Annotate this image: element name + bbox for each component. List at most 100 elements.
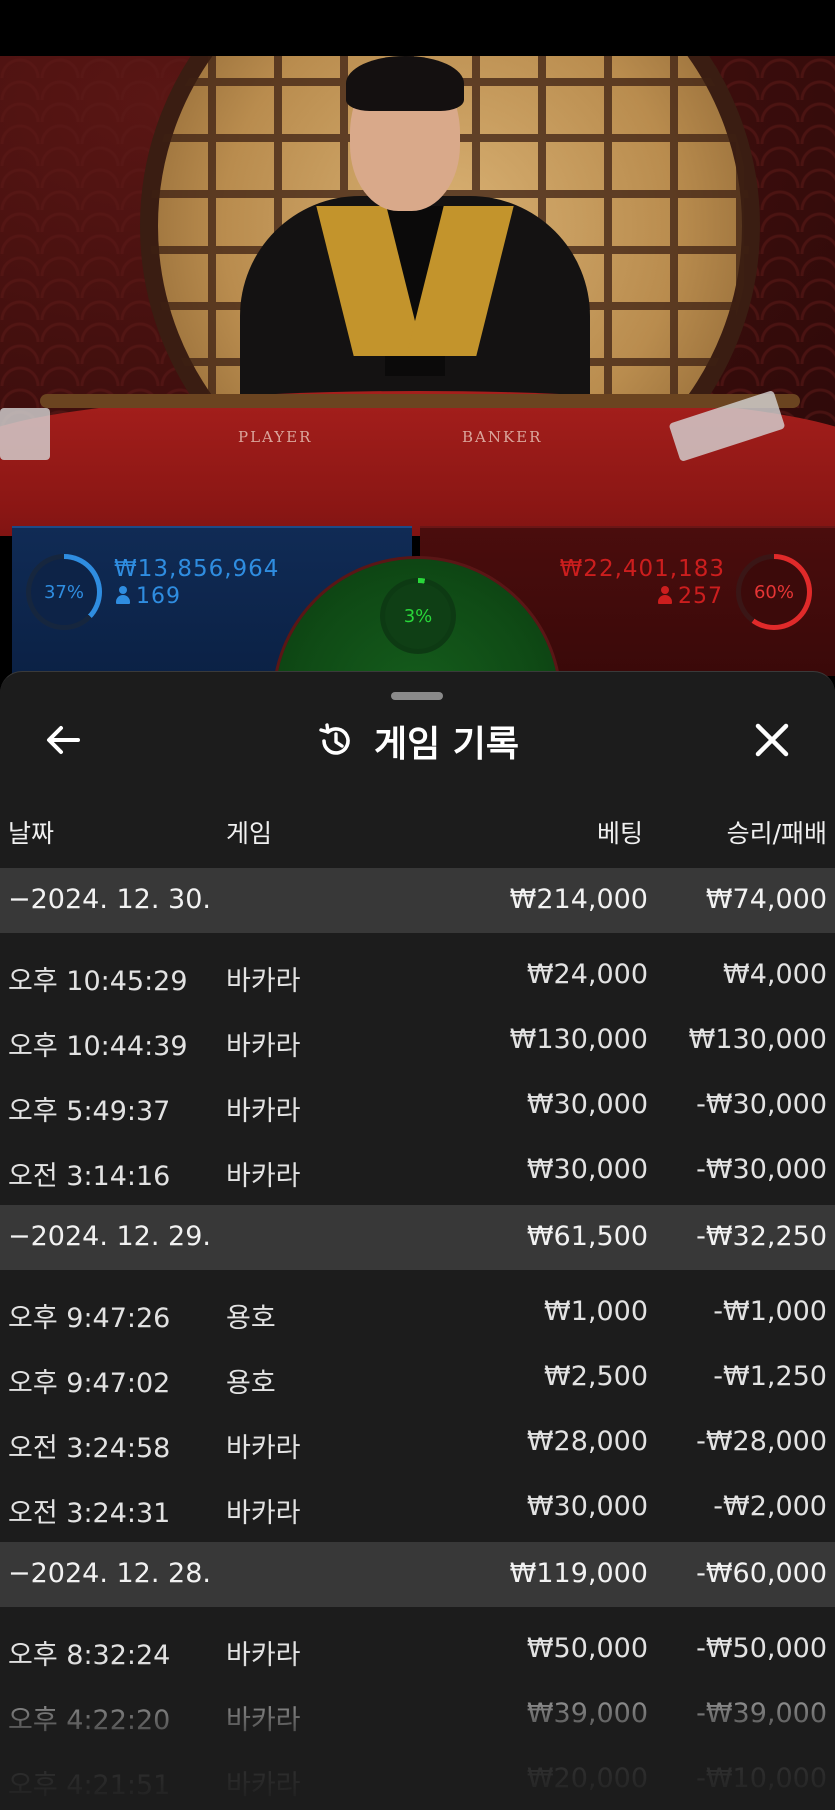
row-time: 오후 9:47:02 — [8, 1368, 171, 1399]
column-header-date: 날짜 — [8, 819, 55, 848]
card-tray — [0, 408, 50, 460]
table-row[interactable]: 오전 3:24:58 바카라 ₩28,000 -₩28,000 — [0, 1406, 835, 1471]
row-game: 바카라 — [226, 1031, 301, 1062]
row-game: 바카라 — [226, 1770, 301, 1801]
table-row[interactable]: 오후 4:22:20 바카라 ₩39,000 -₩39,000 — [0, 1678, 835, 1743]
row-time: 오전 3:14:16 — [8, 1161, 171, 1192]
table-row[interactable]: 오후 9:47:02 용호 ₩2,500 -₩1,250 — [0, 1341, 835, 1406]
group-date: −2024. 12. 30. — [8, 884, 211, 915]
row-game: 바카라 — [226, 966, 301, 997]
row-result: ₩130,000 — [688, 1024, 827, 1055]
row-time: 오후 8:32:24 — [8, 1640, 171, 1671]
banker-count-value: 257 — [678, 584, 723, 609]
row-time: 오전 3:24:58 — [8, 1433, 171, 1464]
row-bet: ₩130,000 — [509, 1024, 648, 1055]
group-date: −2024. 12. 28. — [8, 1558, 211, 1589]
table-row[interactable]: 오후 4:21:51 바카라 ₩20,000 -₩10,000 — [0, 1743, 835, 1808]
row-result: -₩50,000 — [696, 1633, 827, 1664]
column-header-game: 게임 — [226, 819, 273, 848]
banker-bet-amount: ₩22,401,183 — [559, 556, 725, 582]
tie-percent: 3% — [403, 605, 433, 627]
row-time: 오후 5:49:37 — [8, 1096, 171, 1127]
row-time: 오후 4:22:20 — [8, 1705, 171, 1736]
row-game: 용호 — [226, 1303, 276, 1334]
row-game: 바카라 — [226, 1640, 301, 1671]
sheet-header: 게임 기록 — [0, 716, 835, 766]
banker-count: 257 — [658, 584, 723, 609]
tie-percent-ring: 3% — [380, 578, 456, 654]
page-title: 게임 기록 — [373, 724, 519, 765]
table-row[interactable]: 오후 8:32:24 바카라 ₩50,000 -₩50,000 — [0, 1613, 835, 1678]
row-result: -₩39,000 — [696, 1698, 827, 1729]
dealer-hair — [346, 56, 464, 111]
row-bet: ₩30,000 — [526, 1154, 648, 1185]
player-percent: 37% — [43, 581, 84, 603]
table-row[interactable]: 오후 5:49:37 바카라 ₩30,000 -₩30,000 — [0, 1069, 835, 1134]
table-row[interactable]: 오전 3:14:16 바카라 ₩30,000 -₩30,000 — [0, 1134, 835, 1199]
row-time: 오후 10:45:29 — [8, 966, 188, 997]
person-icon — [658, 586, 672, 604]
table-row[interactable]: 오후 10:44:39 바카라 ₩130,000 ₩130,000 — [0, 1004, 835, 1069]
felt-label-player: PLAYER — [238, 428, 313, 446]
row-bet: ₩50,000 — [526, 1633, 648, 1664]
date-group-row[interactable]: −2024. 12. 29. ₩61,500 -₩32,250 — [0, 1205, 835, 1270]
row-time: 오후 10:44:39 — [8, 1031, 188, 1062]
row-result: -₩30,000 — [696, 1154, 827, 1185]
player-count: 169 — [116, 584, 181, 609]
person-icon — [116, 586, 130, 604]
game-history-sheet: 게임 기록 날짜 게임 베팅 승리/패배 −2024. 12. 30. ₩214,… — [0, 671, 835, 1810]
row-result: -₩28,000 — [696, 1426, 827, 1457]
date-group-row[interactable]: −2024. 12. 30. ₩214,000 ₩74,000 — [0, 868, 835, 933]
player-count-value: 169 — [136, 584, 181, 609]
row-bet: ₩28,000 — [526, 1426, 648, 1457]
table-row[interactable]: 오전 3:24:31 바카라 ₩30,000 -₩2,000 — [0, 1471, 835, 1536]
player-percent-ring: 37% — [26, 554, 102, 630]
column-header-bet: 베팅 — [596, 819, 643, 848]
group-result-total: ₩74,000 — [705, 884, 827, 915]
group-result-total: -₩32,250 — [696, 1221, 827, 1252]
row-result: -₩1,250 — [713, 1361, 827, 1392]
history-table: −2024. 12. 30. ₩214,000 ₩74,000 오후 10:45:29… — [0, 868, 835, 1808]
row-bet: ₩24,000 — [526, 959, 648, 990]
row-game: 바카라 — [226, 1161, 301, 1192]
status-bar — [0, 0, 835, 56]
group-bet-total: ₩214,000 — [509, 884, 648, 915]
group-result-total: -₩60,000 — [696, 1558, 827, 1589]
row-game: 바카라 — [226, 1096, 301, 1127]
group-bet-total: ₩61,500 — [526, 1221, 648, 1252]
row-bet: ₩30,000 — [526, 1089, 648, 1120]
player-bet-amount: ₩13,856,964 — [114, 556, 280, 582]
row-result: -₩2,000 — [713, 1491, 827, 1522]
row-time: 오전 3:24:31 — [8, 1498, 171, 1529]
row-game: 바카라 — [226, 1705, 301, 1736]
row-bet: ₩1,000 — [544, 1296, 648, 1327]
row-bet: ₩20,000 — [526, 1763, 648, 1794]
banker-percent-ring: 60% — [736, 554, 812, 630]
group-bet-total: ₩119,000 — [509, 1558, 648, 1589]
close-icon — [755, 723, 789, 757]
row-bet: ₩2,500 — [544, 1361, 648, 1392]
table-row[interactable]: 오후 9:47:26 용호 ₩1,000 -₩1,000 — [0, 1276, 835, 1341]
row-result: ₩4,000 — [723, 959, 827, 990]
row-bet: ₩39,000 — [526, 1698, 648, 1729]
row-bet: ₩30,000 — [526, 1491, 648, 1522]
column-header-result: 승리/패배 — [726, 819, 827, 848]
table-row[interactable]: 오후 10:45:29 바카라 ₩24,000 ₩4,000 — [0, 939, 835, 1004]
close-button[interactable] — [748, 716, 796, 764]
live-video: PLAYER BANKER — [0, 56, 835, 536]
row-game: 용호 — [226, 1368, 276, 1399]
row-game: 바카라 — [226, 1433, 301, 1464]
table-edge — [40, 394, 800, 408]
sheet-drag-handle[interactable] — [391, 692, 443, 700]
group-date: −2024. 12. 29. — [8, 1221, 211, 1252]
row-time: 오후 9:47:26 — [8, 1303, 171, 1334]
row-result: -₩10,000 — [696, 1763, 827, 1794]
date-group-row[interactable]: −2024. 12. 28. ₩119,000 -₩60,000 — [0, 1542, 835, 1607]
row-result: -₩30,000 — [696, 1089, 827, 1120]
banker-percent: 60% — [753, 581, 794, 603]
row-game: 바카라 — [226, 1498, 301, 1529]
history-icon — [319, 723, 350, 755]
row-result: -₩1,000 — [713, 1296, 827, 1327]
row-time: 오후 4:21:51 — [8, 1770, 171, 1801]
felt-label-banker: BANKER — [462, 428, 543, 446]
